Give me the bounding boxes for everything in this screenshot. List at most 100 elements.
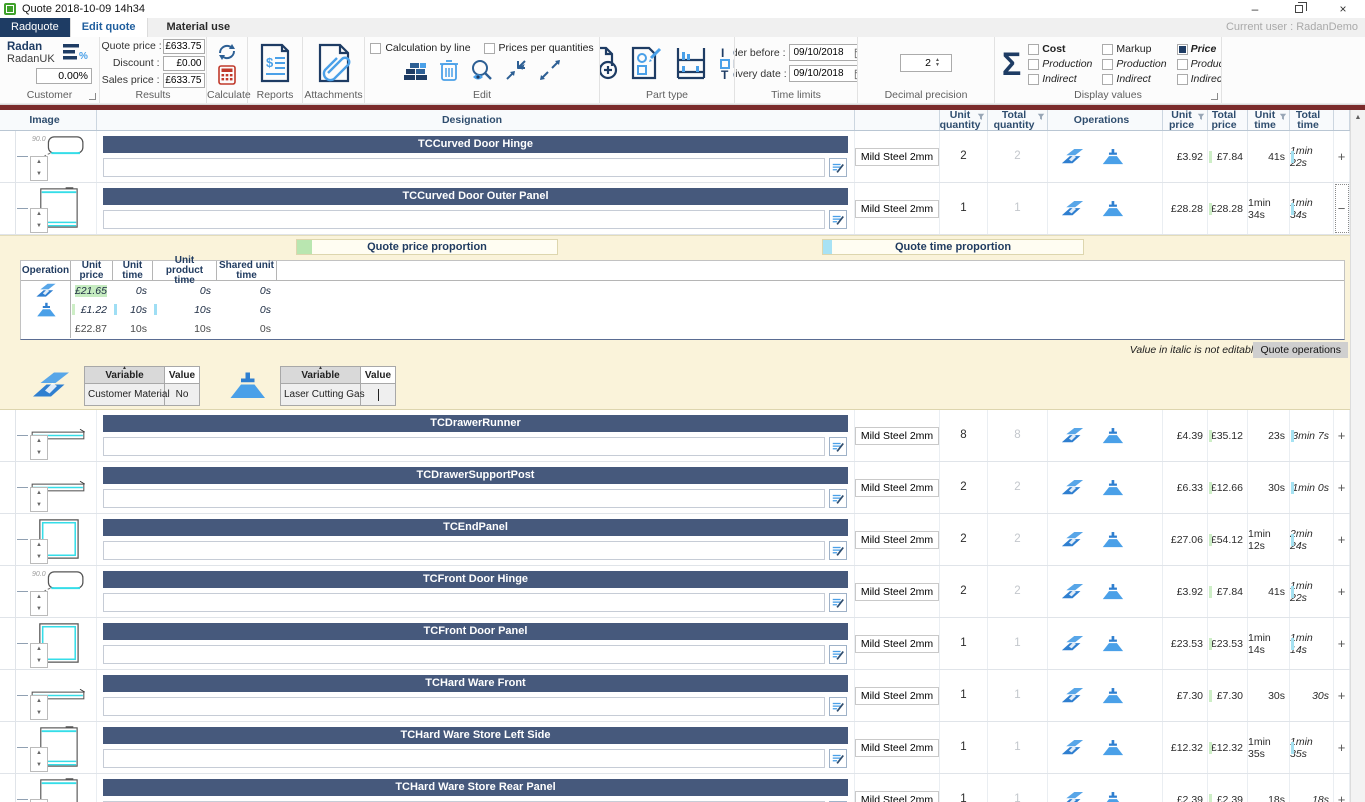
unit-time-cell[interactable]: 1min 35s xyxy=(1248,722,1290,773)
calculation-by-line-checkbox[interactable] xyxy=(370,43,381,54)
row-expander-button[interactable]: + xyxy=(1334,514,1350,565)
material-button[interactable]: Mild Steel 2mm xyxy=(855,200,939,218)
stepper-up-icon[interactable]: ▲ xyxy=(31,436,47,448)
preview-magnifier-icon[interactable] xyxy=(469,59,494,82)
bend-operation-icon[interactable] xyxy=(1101,427,1124,445)
row-expander-button[interactable]: + xyxy=(1334,722,1350,773)
display-values-dialog-launcher-icon[interactable] xyxy=(1211,93,1218,100)
new-part-icon[interactable] xyxy=(600,46,618,80)
calculator-icon[interactable] xyxy=(218,65,236,85)
tab-radquote[interactable]: Radquote xyxy=(0,18,70,37)
stepper-up-icon[interactable]: ▲ xyxy=(31,696,47,708)
cost-checkbox[interactable] xyxy=(1028,44,1039,55)
laser-operation-icon[interactable] xyxy=(1061,687,1084,705)
unit-time-cell[interactable]: 23s xyxy=(1248,410,1290,461)
laser-operation-icon[interactable] xyxy=(1061,531,1084,549)
notes-button[interactable] xyxy=(829,593,847,612)
price-indirect-checkbox[interactable] xyxy=(1177,74,1188,85)
designation-note-input[interactable] xyxy=(103,158,825,177)
stepper-up-icon[interactable]: ▲ xyxy=(31,157,47,169)
designation-note-input[interactable] xyxy=(103,489,825,508)
minimize-icon[interactable]: – xyxy=(1233,0,1277,18)
row-expander-button[interactable]: + xyxy=(1334,410,1350,461)
decimal-down-icon[interactable]: ▼ xyxy=(935,63,940,68)
quantity-stepper[interactable]: ▲ ▼ xyxy=(30,435,48,460)
unit-quantity-cell[interactable]: 1 xyxy=(940,183,988,234)
bend-operation-icon[interactable] xyxy=(1101,791,1124,802)
material-button[interactable]: Mild Steel 2mm xyxy=(855,791,939,802)
markup-indirect-checkbox[interactable] xyxy=(1102,74,1113,85)
unit-quantity-cell[interactable]: 2 xyxy=(940,131,988,182)
unit-time-cell[interactable]: 1min 34s xyxy=(1248,183,1290,234)
designation-bar[interactable]: TCFront Door Hinge xyxy=(103,571,848,588)
row-expander-button[interactable]: − xyxy=(1334,183,1350,234)
unit-price-cell[interactable]: £23.53 xyxy=(1163,618,1208,669)
profiles-icon[interactable]: I O H T O xyxy=(719,46,735,80)
quantity-stepper[interactable]: ▲ ▼ xyxy=(30,539,48,564)
unit-quantity-cell[interactable]: 2 xyxy=(940,462,988,513)
laser-operation-icon[interactable] xyxy=(1061,479,1084,497)
material-button[interactable]: Mild Steel 2mm xyxy=(855,427,939,445)
unit-quantity-cell[interactable]: 2 xyxy=(940,514,988,565)
stepper-down-icon[interactable]: ▼ xyxy=(31,552,47,564)
laser-operation-icon[interactable] xyxy=(1061,200,1084,218)
stock-shelf-icon[interactable] xyxy=(676,46,706,80)
cost-indirect-checkbox[interactable] xyxy=(1028,74,1039,85)
designation-note-input[interactable] xyxy=(103,437,825,456)
stepper-up-icon[interactable]: ▲ xyxy=(31,488,47,500)
tab-edit-quote[interactable]: Edit quote xyxy=(70,18,148,37)
edit-part-icon[interactable] xyxy=(631,46,663,80)
row-expander-button[interactable]: + xyxy=(1334,462,1350,513)
material-button[interactable]: Mild Steel 2mm xyxy=(855,148,939,166)
filter-icon[interactable] xyxy=(977,113,985,121)
notes-button[interactable] xyxy=(829,210,847,229)
prices-per-quantities-checkbox[interactable] xyxy=(484,43,495,54)
restore-icon[interactable] xyxy=(1277,0,1321,18)
markup-checkbox[interactable] xyxy=(1102,44,1113,55)
row-expander-button[interactable]: + xyxy=(1334,670,1350,721)
designation-note-input[interactable] xyxy=(103,593,825,612)
stepper-down-icon[interactable]: ▼ xyxy=(31,500,47,512)
unit-time-cell[interactable]: 1min 14s xyxy=(1248,618,1290,669)
tab-material-use[interactable]: Material use xyxy=(156,18,242,37)
quote-operations-button[interactable]: Quote operations xyxy=(1253,342,1348,358)
material-button[interactable]: Mild Steel 2mm xyxy=(855,583,939,601)
designation-bar[interactable]: TCDrawerSupportPost xyxy=(103,467,848,484)
stepper-up-icon[interactable]: ▲ xyxy=(31,748,47,760)
designation-note-input[interactable] xyxy=(103,210,825,229)
unit-price-cell[interactable]: £3.92 xyxy=(1163,131,1208,182)
unit-quantity-cell[interactable]: 8 xyxy=(940,410,988,461)
delivery-date-field[interactable] xyxy=(789,65,858,82)
quantity-stepper[interactable]: ▲ ▼ xyxy=(30,487,48,512)
stepper-down-icon[interactable]: ▼ xyxy=(31,169,47,181)
stepper-up-icon[interactable]: ▲ xyxy=(31,209,47,221)
material-button[interactable]: Mild Steel 2mm xyxy=(855,479,939,497)
unit-time-cell[interactable]: 30s xyxy=(1248,670,1290,721)
filter-icon[interactable] xyxy=(1197,113,1205,121)
value-column-header[interactable]: Value xyxy=(165,367,199,383)
laser-operation-icon[interactable] xyxy=(1061,739,1084,757)
designation-bar[interactable]: TCEndPanel xyxy=(103,519,848,536)
decimal-precision-stepper[interactable]: ▲ ▼ xyxy=(900,54,952,72)
notes-button[interactable] xyxy=(829,158,847,177)
unit-quantity-cell[interactable]: 1 xyxy=(940,670,988,721)
material-button[interactable]: Mild Steel 2mm xyxy=(855,687,939,705)
bend-operation-icon[interactable] xyxy=(1101,148,1124,166)
laser-operation-icon[interactable] xyxy=(1061,791,1084,802)
row-expander-button[interactable]: + xyxy=(1334,566,1350,617)
customer-discount-input[interactable] xyxy=(36,68,92,84)
collapse-all-icon[interactable] xyxy=(504,59,528,82)
reports-icon[interactable]: $ xyxy=(258,43,292,83)
designation-note-input[interactable] xyxy=(103,697,825,716)
customer-dialog-launcher-icon[interactable] xyxy=(89,93,96,100)
bend-operation-icon[interactable] xyxy=(1101,583,1124,601)
stepper-up-icon[interactable]: ▲ xyxy=(31,540,47,552)
quantity-stepper[interactable]: ▲ ▼ xyxy=(30,156,48,181)
decimal-precision-input[interactable] xyxy=(901,57,931,69)
laser-operation-icon[interactable] xyxy=(1061,635,1084,653)
unit-price-cell[interactable]: £3.92 xyxy=(1163,566,1208,617)
unit-price-cell[interactable]: £6.33 xyxy=(1163,462,1208,513)
row-expander-button[interactable]: + xyxy=(1334,774,1350,802)
designation-bar[interactable]: TCCurved Door Hinge xyxy=(103,136,848,153)
stepper-down-icon[interactable]: ▼ xyxy=(31,656,47,668)
